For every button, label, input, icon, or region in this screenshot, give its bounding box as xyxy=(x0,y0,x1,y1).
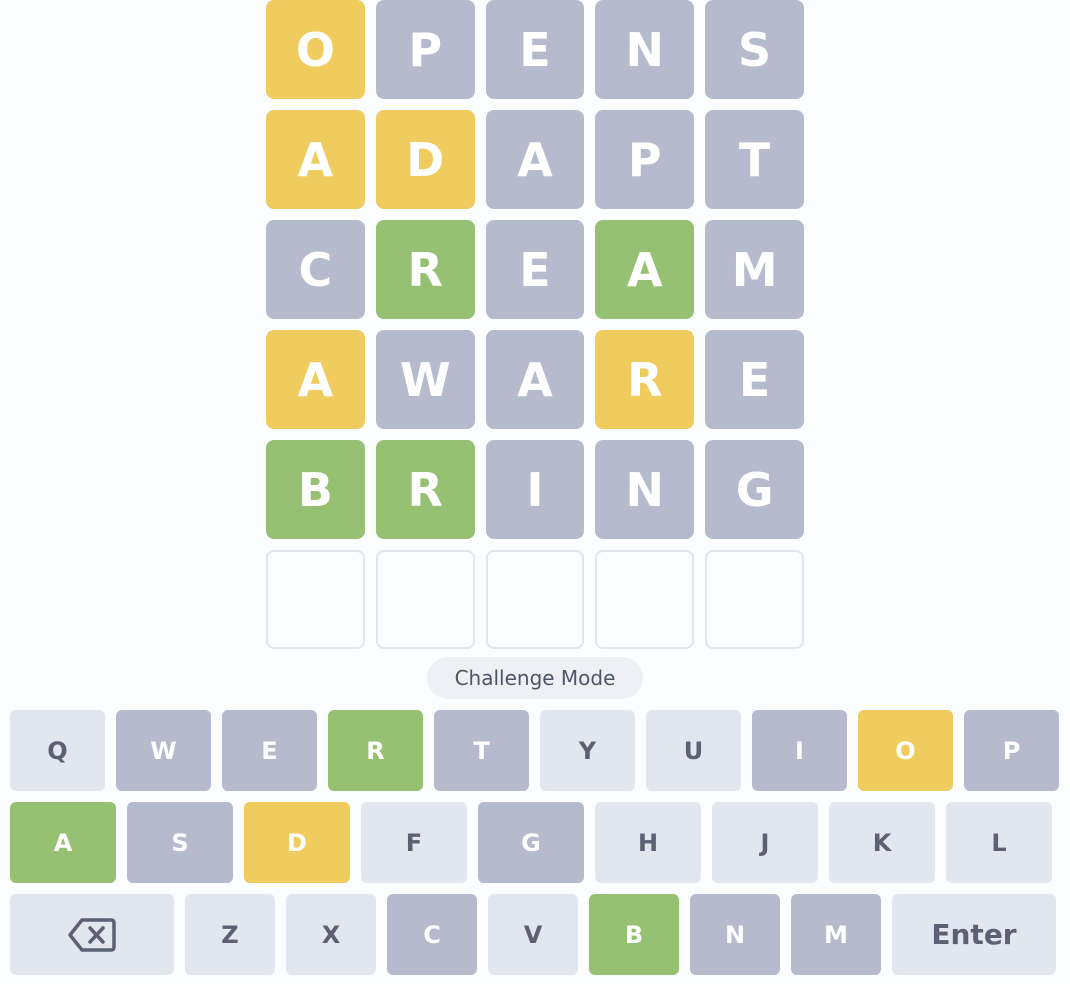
letter-tile: N xyxy=(595,0,695,99)
letter-tile: N xyxy=(595,440,695,539)
keyboard-row: ASDFGHJKL xyxy=(10,802,1060,883)
board-row: OPENS xyxy=(266,0,804,99)
game-board: OPENSADAPTCREAMAWAREBRING xyxy=(266,0,804,660)
enter-key[interactable]: Enter xyxy=(892,894,1056,975)
keyboard-row: Z X C V B N M Enter xyxy=(10,894,1060,975)
letter-tile: B xyxy=(266,440,365,539)
on-screen-keyboard: Q W E R T Y U I O P A S D F G H J K L Z X C V B N M Enter xyxy=(10,710,1060,984)
empty-tile xyxy=(595,550,695,649)
key-y[interactable]: Y xyxy=(540,710,635,791)
empty-tile xyxy=(375,550,475,649)
backspace-icon xyxy=(68,917,116,953)
letter-tile: T xyxy=(705,110,804,209)
letter-tile: R xyxy=(375,220,475,319)
key-m[interactable]: M xyxy=(791,894,881,975)
game-screen: OPENSADAPTCREAMAWAREBRING Challenge Mode… xyxy=(0,0,1070,984)
empty-tile xyxy=(705,550,804,649)
key-v[interactable]: V xyxy=(488,894,578,975)
letter-tile: A xyxy=(266,110,365,209)
key-n[interactable]: N xyxy=(690,894,780,975)
challenge-mode-label: Challenge Mode xyxy=(454,666,616,690)
letter-tile: R xyxy=(375,440,475,539)
letter-tile: A xyxy=(266,330,365,429)
letter-tile: R xyxy=(595,330,695,429)
key-u[interactable]: U xyxy=(646,710,741,791)
letter-tile: W xyxy=(375,330,475,429)
key-k[interactable]: K xyxy=(829,802,935,883)
key-l[interactable]: L xyxy=(946,802,1052,883)
letter-tile: C xyxy=(266,220,365,319)
keyboard-row: QWERTYUIOP xyxy=(10,710,1060,791)
key-d[interactable]: D xyxy=(244,802,350,883)
key-i[interactable]: I xyxy=(752,710,847,791)
key-p[interactable]: P xyxy=(964,710,1059,791)
letter-tile: A xyxy=(485,330,585,429)
board-row xyxy=(266,550,804,649)
key-x[interactable]: X xyxy=(286,894,376,975)
key-g[interactable]: G xyxy=(478,802,584,883)
letter-tile: P xyxy=(375,0,475,99)
board-row: ADAPT xyxy=(266,110,804,209)
challenge-mode-button[interactable]: Challenge Mode xyxy=(427,657,643,699)
key-q[interactable]: Q xyxy=(10,710,105,791)
key-w[interactable]: W xyxy=(116,710,211,791)
letter-tile: E xyxy=(485,0,585,99)
board-row: CREAM xyxy=(266,220,804,319)
key-e[interactable]: E xyxy=(222,710,317,791)
key-a[interactable]: A xyxy=(10,802,116,883)
letter-tile: E xyxy=(705,330,804,429)
empty-tile xyxy=(485,550,585,649)
key-f[interactable]: F xyxy=(361,802,467,883)
key-s[interactable]: S xyxy=(127,802,233,883)
empty-tile xyxy=(266,550,365,649)
letter-tile: P xyxy=(595,110,695,209)
letter-tile: D xyxy=(375,110,475,209)
key-j[interactable]: J xyxy=(712,802,818,883)
letter-tile: O xyxy=(266,0,365,99)
key-r[interactable]: R xyxy=(328,710,423,791)
letter-tile: I xyxy=(485,440,585,539)
key-b[interactable]: B xyxy=(589,894,679,975)
letter-tile: S xyxy=(705,0,804,99)
board-row: AWARE xyxy=(266,330,804,429)
board-row: BRING xyxy=(266,440,804,539)
letter-tile: G xyxy=(705,440,804,539)
key-z[interactable]: Z xyxy=(185,894,275,975)
key-c[interactable]: C xyxy=(387,894,477,975)
letter-tile: E xyxy=(485,220,585,319)
key-o[interactable]: O xyxy=(858,710,953,791)
letter-tile: M xyxy=(705,220,804,319)
letter-tile: A xyxy=(595,220,695,319)
key-t[interactable]: T xyxy=(434,710,529,791)
key-h[interactable]: H xyxy=(595,802,701,883)
letter-tile: A xyxy=(485,110,585,209)
backspace-key[interactable] xyxy=(10,894,174,975)
